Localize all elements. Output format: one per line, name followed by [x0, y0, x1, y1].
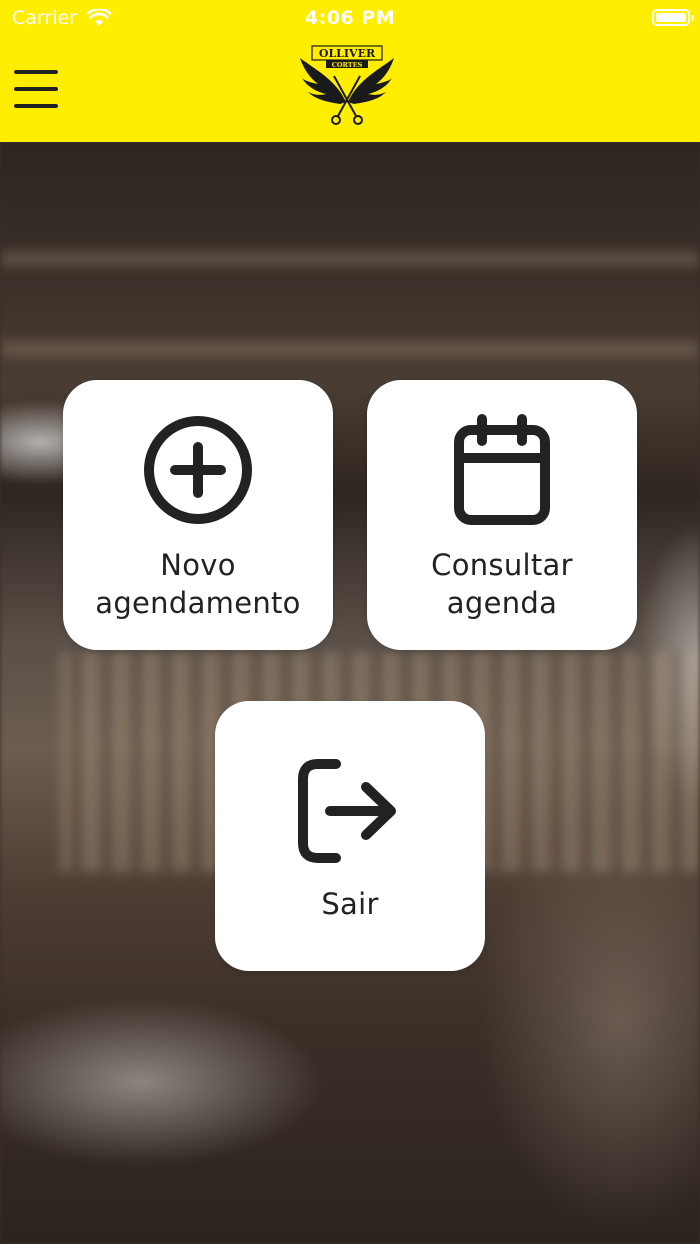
new-appointment-label-line1: Novo	[160, 548, 236, 582]
view-schedule-button[interactable]: Consultar agenda	[367, 380, 637, 650]
logo: OLLIVER CORTES	[300, 45, 394, 125]
plus-circle-icon	[144, 416, 252, 524]
logout-label: Sair	[321, 887, 379, 921]
view-schedule-label-line1: Consultar	[431, 548, 573, 582]
battery-icon	[652, 9, 694, 26]
status-bar: Carrier 4:06 PM	[0, 0, 700, 36]
status-time: 4:06 PM	[304, 7, 396, 29]
svg-text:OLLIVER: OLLIVER	[319, 47, 376, 60]
logout-icon	[298, 759, 396, 863]
logout-button[interactable]: Sair	[215, 701, 485, 971]
calendar-icon	[454, 414, 550, 525]
new-appointment-button[interactable]: Novo agendamento	[63, 380, 333, 650]
menu-button[interactable]	[14, 70, 58, 108]
svg-text:CORTES: CORTES	[332, 61, 363, 69]
background-image	[0, 142, 700, 1244]
new-appointment-label-line2: agendamento	[95, 586, 301, 620]
view-schedule-label-line2: agenda	[446, 586, 558, 620]
